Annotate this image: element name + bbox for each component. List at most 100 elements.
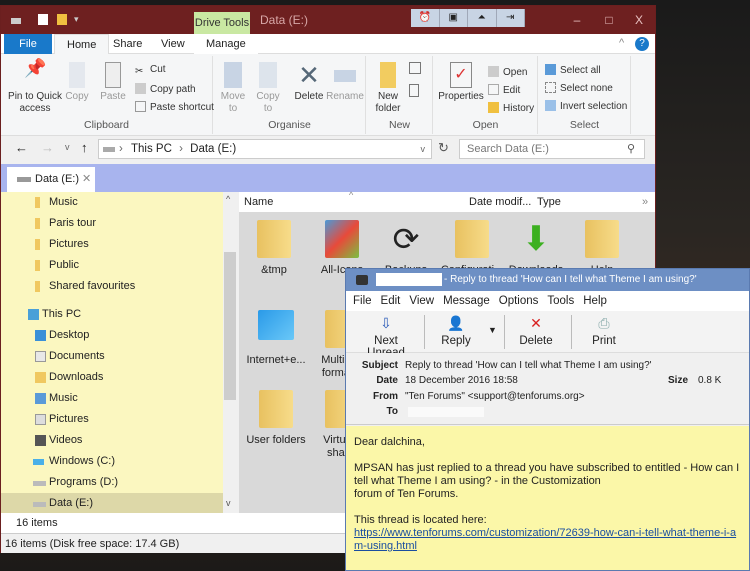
- navigation-scrollbar[interactable]: ^ v: [223, 192, 237, 513]
- thread-link[interactable]: https://www.tenforums.com/customization/…: [354, 527, 736, 552]
- tab-label: Data (E:): [35, 173, 80, 185]
- help-icon[interactable]: ?: [635, 37, 649, 51]
- reply-button[interactable]: 👤 Reply: [436, 313, 476, 347]
- nav-item-this-pc[interactable]: This PC: [1, 304, 223, 325]
- customize-quick-access-icon[interactable]: ▾: [74, 14, 79, 25]
- invert-selection-button[interactable]: Invert selection: [545, 100, 627, 112]
- nav-item-paris-tour[interactable]: Paris tour: [1, 213, 223, 234]
- nav-item-public[interactable]: Public: [1, 255, 223, 276]
- eject-icon[interactable]: ⏶: [468, 9, 497, 27]
- nav-item-programs-d[interactable]: Programs (D:): [1, 472, 223, 493]
- column-name[interactable]: Name: [244, 192, 273, 212]
- breadcrumb-data-drive[interactable]: Data (E:): [190, 143, 236, 155]
- nav-item-data-e[interactable]: Data (E:): [1, 493, 223, 514]
- email-toolbar: ⇩Next Unread 👤Reply ▼ ✕Delete ⎙Print: [346, 311, 749, 359]
- tab-manage[interactable]: Manage: [194, 34, 258, 54]
- delete-button[interactable]: ✕ Delete: [516, 313, 556, 347]
- refresh-icon[interactable]: ↻: [438, 140, 449, 156]
- maximize-button[interactable]: □: [593, 6, 625, 34]
- breadcrumb-this-pc[interactable]: This PC: [131, 143, 172, 155]
- menu-message[interactable]: Message: [443, 295, 490, 307]
- menu-options[interactable]: Options: [499, 295, 539, 307]
- nav-item-shared-favourites[interactable]: Shared favourites: [1, 276, 223, 297]
- forward-arrow-icon[interactable]: →: [41, 140, 54, 155]
- new-item-icon[interactable]: [409, 62, 421, 74]
- open-group-label: Open: [472, 119, 499, 131]
- delete-button[interactable]: ✕ Delete: [292, 62, 326, 103]
- scroll-down-icon[interactable]: v: [226, 498, 231, 508]
- properties-quick-icon[interactable]: [38, 14, 48, 25]
- menu-tools[interactable]: Tools: [547, 295, 574, 307]
- tab-data-drive[interactable]: Data (E:) ✕: [7, 167, 95, 192]
- extension-toolbar: ⏰ ▣ ⏶ ⇥: [411, 9, 525, 27]
- cut-button[interactable]: ✂ Cut: [135, 64, 166, 77]
- search-input[interactable]: Search Data (E:): [459, 139, 645, 159]
- more-columns-icon[interactable]: »: [642, 192, 648, 212]
- tab-share[interactable]: Share: [101, 34, 154, 54]
- close-button[interactable]: X: [623, 6, 655, 34]
- rename-button[interactable]: Rename: [326, 62, 364, 103]
- print-button[interactable]: ⎙ Print: [586, 313, 622, 347]
- recent-locations-icon[interactable]: v: [65, 142, 70, 152]
- up-arrow-icon[interactable]: ↑: [81, 140, 88, 155]
- pin-to-quick-access-button[interactable]: 📌 Pin to Quick access: [5, 59, 65, 115]
- column-date-modified[interactable]: Date modif...: [469, 192, 531, 212]
- downloads-icon: [35, 372, 46, 383]
- nav-item-windows-c[interactable]: Windows (C:): [1, 451, 223, 472]
- address-dropdown-icon[interactable]: v: [421, 140, 426, 158]
- file-item[interactable]: User folders: [241, 390, 311, 447]
- copy-path-button[interactable]: Copy path: [135, 83, 196, 95]
- clock-icon[interactable]: ⏰: [411, 9, 440, 27]
- folder-bookmark-icon[interactable]: ▣: [440, 9, 468, 27]
- new-folder-quick-icon[interactable]: [57, 14, 67, 25]
- copy-button[interactable]: Copy: [63, 62, 91, 103]
- minimize-button[interactable]: –: [561, 6, 593, 34]
- nav-item-desktop[interactable]: Desktop: [1, 325, 223, 346]
- paste-shortcut-icon: [135, 101, 146, 112]
- file-item[interactable]: Internet+e...: [241, 310, 311, 367]
- column-type[interactable]: Type: [537, 192, 561, 212]
- nav-item-videos[interactable]: Videos: [1, 430, 223, 451]
- tab-view[interactable]: View: [149, 34, 197, 54]
- paste-shortcut-button[interactable]: Paste shortcut: [135, 101, 214, 113]
- from-label: From: [373, 391, 398, 402]
- nav-item-music[interactable]: Music: [1, 192, 223, 213]
- nav-item-pictures[interactable]: Pictures: [1, 234, 223, 255]
- scrollbar-thumb[interactable]: [224, 252, 236, 400]
- menu-file[interactable]: File: [353, 295, 372, 307]
- address-input[interactable]: › This PC › Data (E:) v: [98, 139, 432, 159]
- computer-icon: [28, 309, 39, 320]
- edit-button[interactable]: Edit: [488, 84, 520, 96]
- menu-help[interactable]: Help: [583, 295, 607, 307]
- open-button[interactable]: Open: [488, 66, 527, 78]
- paste-button[interactable]: Paste: [97, 62, 129, 103]
- menu-view[interactable]: View: [409, 295, 434, 307]
- sort-ascending-icon: ^: [349, 190, 354, 200]
- nav-item-documents[interactable]: Documents: [1, 346, 223, 367]
- new-group: New folder New: [367, 56, 433, 134]
- redacted-sender: [376, 273, 442, 286]
- tab-file[interactable]: File: [4, 34, 52, 54]
- nav-item-music-library[interactable]: Music: [1, 388, 223, 409]
- file-item[interactable]: &tmp: [239, 220, 309, 277]
- back-arrow-icon[interactable]: ←: [15, 140, 28, 155]
- nav-item-downloads[interactable]: Downloads: [1, 367, 223, 388]
- reply-dropdown-icon[interactable]: ▼: [488, 325, 497, 335]
- scroll-up-icon[interactable]: ^: [226, 194, 230, 204]
- nav-item-pictures-library[interactable]: Pictures: [1, 409, 223, 430]
- printer-icon: ⎙: [598, 315, 610, 331]
- pin-icon[interactable]: ⇥: [497, 9, 525, 27]
- sync-icon: ⟳: [392, 221, 420, 257]
- select-none-button[interactable]: Select none: [545, 82, 613, 94]
- move-to-button[interactable]: Move to: [219, 62, 247, 115]
- collapse-ribbon-icon[interactable]: ^: [619, 37, 624, 49]
- menu-edit[interactable]: Edit: [381, 295, 401, 307]
- easy-access-icon[interactable]: [409, 84, 419, 97]
- select-all-button[interactable]: Select all: [545, 64, 601, 76]
- properties-check-icon: ✓: [450, 62, 472, 88]
- new-folder-button[interactable]: New folder: [371, 62, 405, 115]
- close-tab-icon[interactable]: ✕: [82, 167, 91, 192]
- history-button[interactable]: History: [488, 102, 534, 114]
- copy-to-button[interactable]: Copy to: [254, 62, 282, 115]
- properties-button[interactable]: ✓ Properties: [436, 62, 486, 103]
